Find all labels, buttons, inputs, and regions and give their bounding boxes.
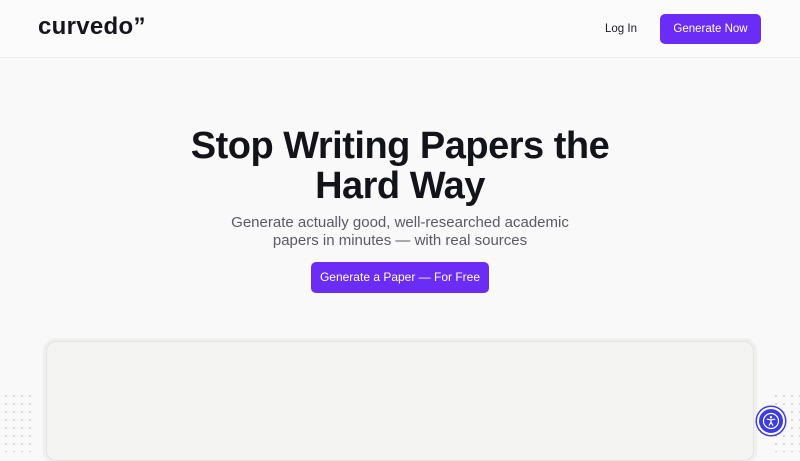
hero-title: Stop Writing Papers the Hard Way [150, 126, 650, 206]
hero-title-line1: Stop Writing Papers the [190, 125, 610, 167]
accessibility-icon [762, 412, 780, 430]
dot-pattern-left [2, 392, 32, 452]
login-link[interactable]: Log In [598, 21, 644, 37]
accessibility-button[interactable] [757, 407, 785, 435]
preview-card [46, 341, 754, 461]
generate-paper-button[interactable]: Generate a Paper — For Free [311, 262, 489, 293]
logo[interactable]: curvedo” [38, 13, 146, 41]
generate-now-button[interactable]: Generate Now [660, 14, 761, 44]
hero-subtitle-line2: papers in minutes — with real sources [272, 232, 528, 249]
hero-subtitle: Generate actually good, well-researched … [200, 214, 600, 250]
site-header: curvedo” Log In Generate Now [0, 0, 800, 58]
hero-title-line2: Hard Way [315, 165, 485, 207]
hero-subtitle-line1: Generate actually good, well-researched … [231, 214, 569, 231]
